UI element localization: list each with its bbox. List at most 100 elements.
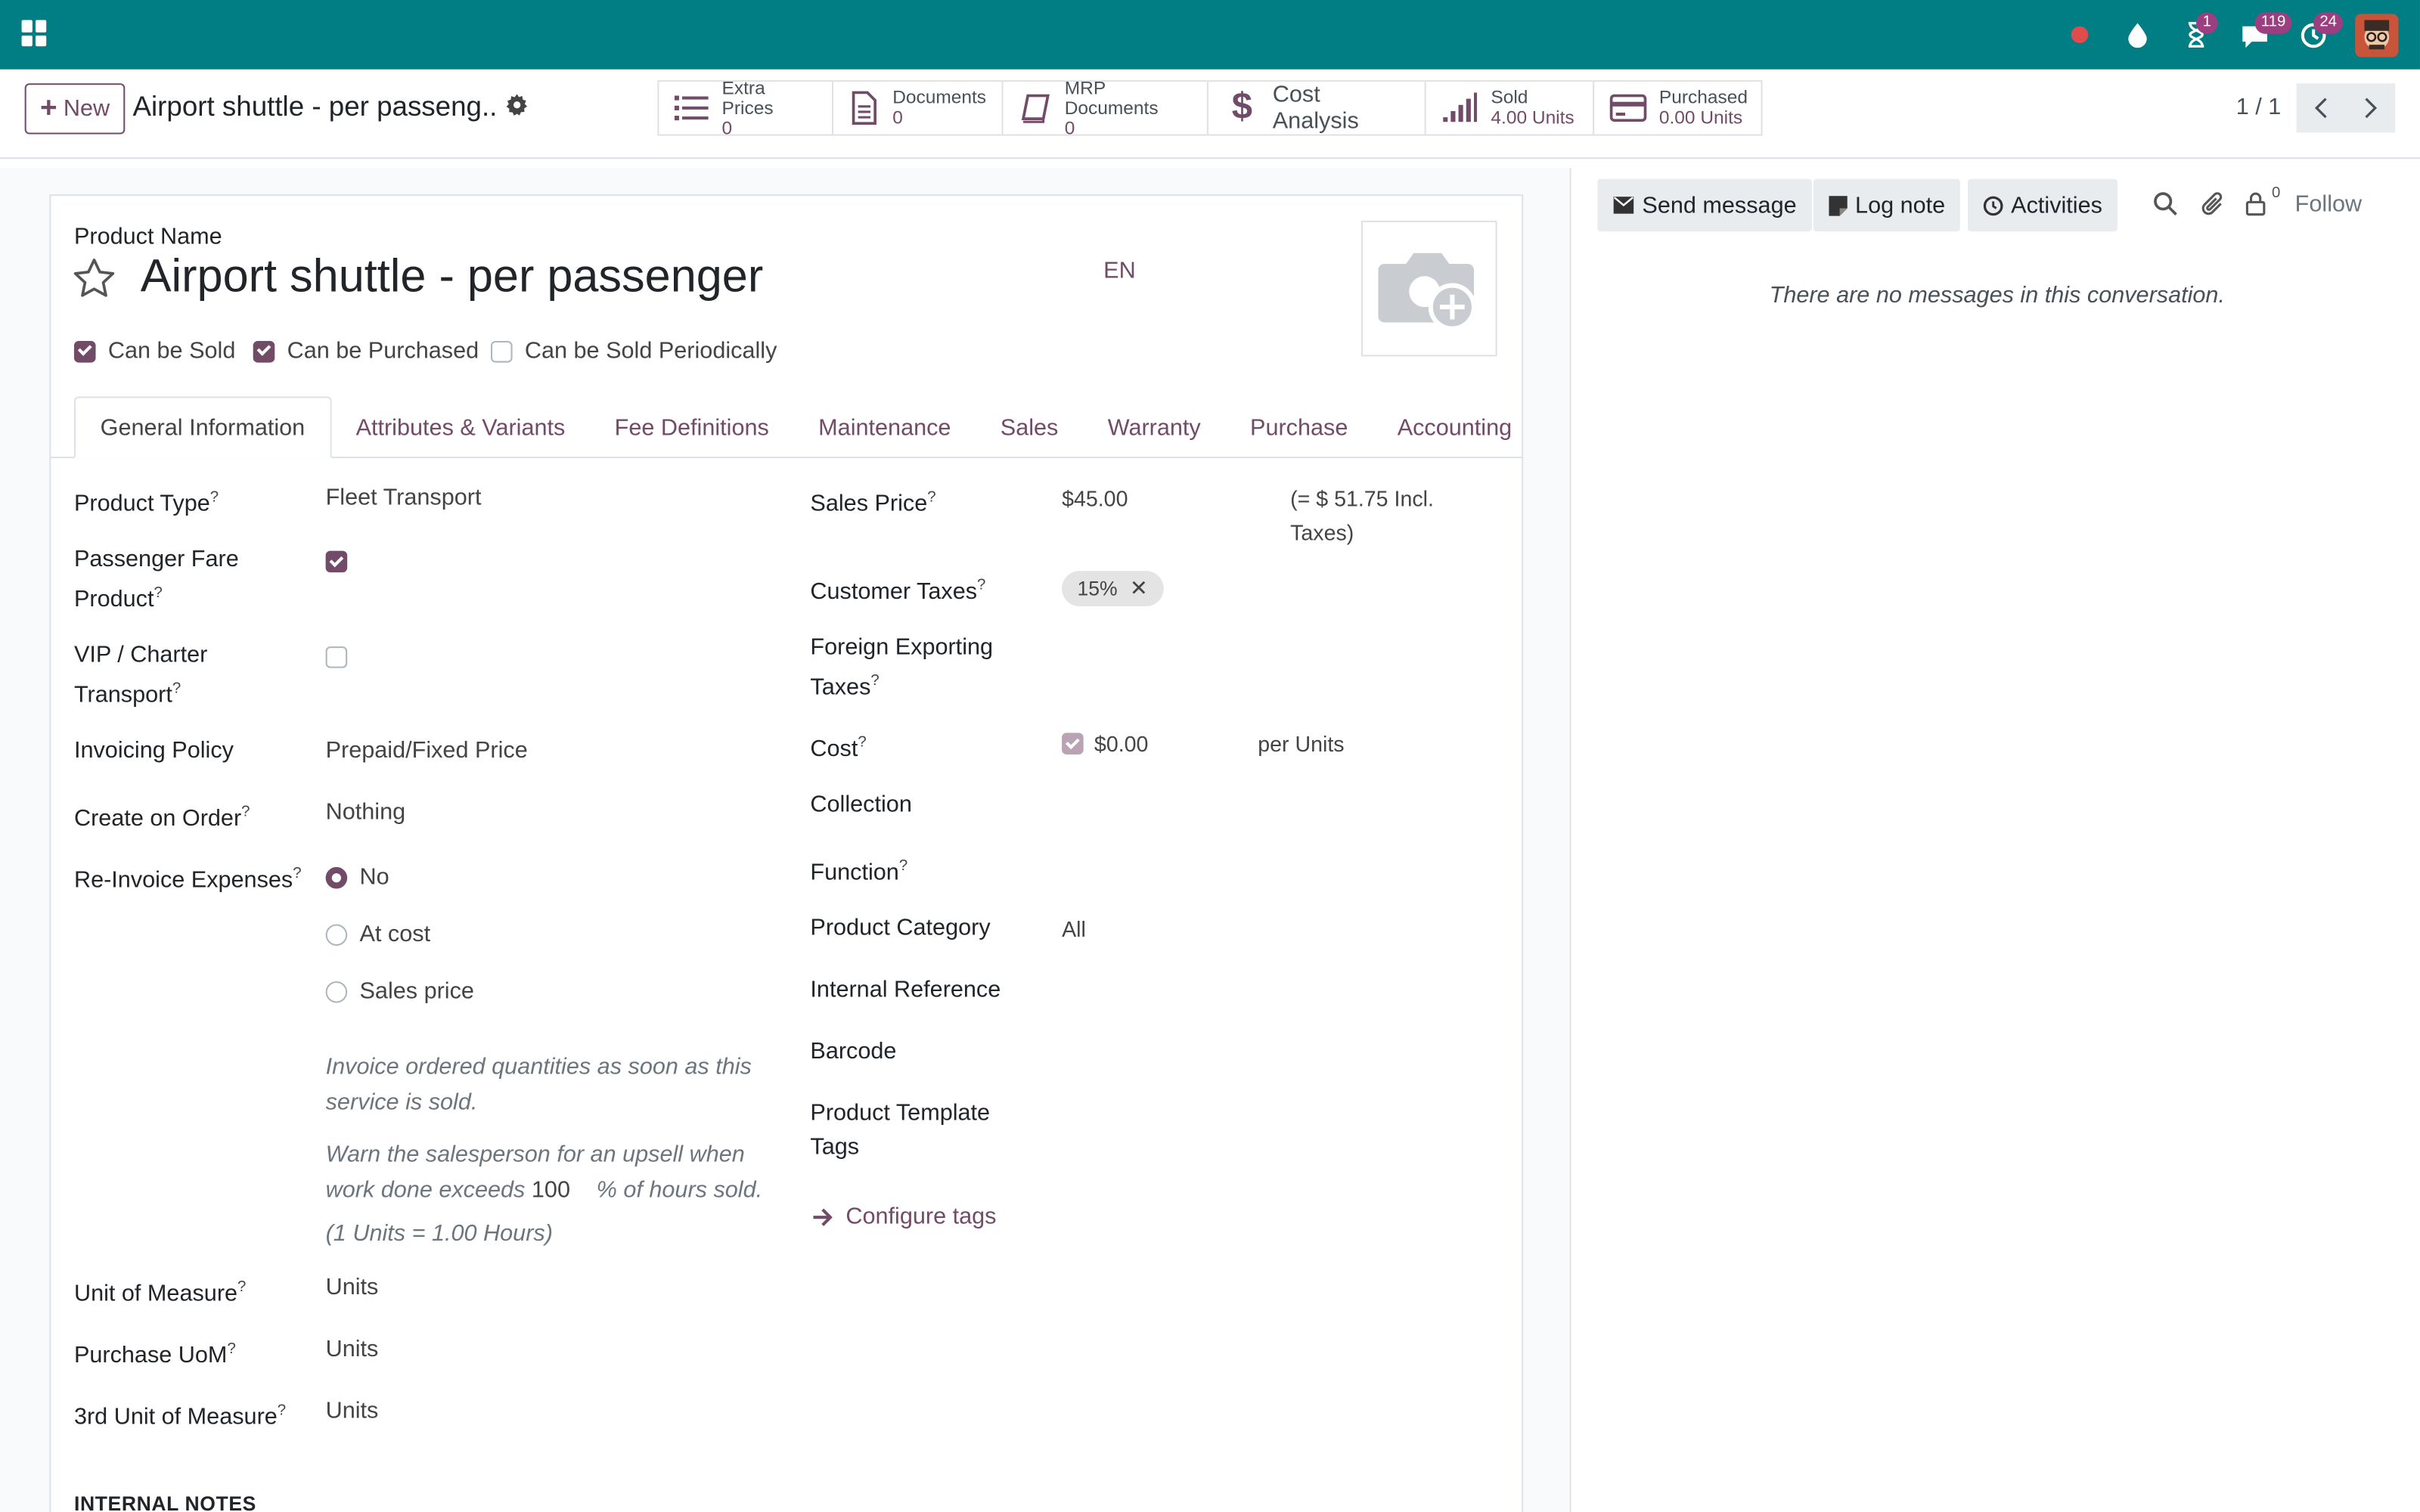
upsell-threshold-input[interactable]: 100 [532,1173,597,1208]
purchase-uom-label: Purchase UoM? [73,1340,236,1369]
reinvoice-option-sales-price[interactable]: Sales price [325,978,474,1005]
follow-button[interactable]: Follow [2295,191,2362,218]
new-button[interactable]: + New [24,83,126,135]
product-category-label: Product Category [810,915,991,941]
checkbox-checked[interactable] [253,339,275,362]
invoicing-policy-field[interactable]: Prepaid/Fixed Price [326,734,528,768]
pager-next-button[interactable] [2346,83,2396,133]
radio-unselected[interactable] [325,923,348,945]
smart-buttons: Extra Prices 0 Documents 0 MRP Documents 0 … [657,77,1763,138]
cost-analysis-button[interactable]: $ Cost Analysis [1208,82,1426,135]
dollar-icon: $ [1231,86,1253,129]
user-avatar[interactable] [2355,13,2399,57]
reinvoice-option-at-cost[interactable]: At cost [325,921,430,947]
activities-button[interactable]: Activities [1968,178,2118,232]
sales-price-field[interactable]: $45.00 [1062,482,1128,516]
product-category-field[interactable]: All [1062,912,1086,946]
send-message-button[interactable]: Send message [1597,178,1813,232]
language-selector[interactable]: EN [1103,258,1136,284]
clock-icon [1983,195,2003,215]
customer-taxes-label: Customer Taxes? [810,577,986,605]
upsell-note: Warn the salesperson for an upsell when w… [326,1137,763,1208]
vip-charter-checkbox[interactable] [325,646,348,668]
checkbox-checked[interactable] [73,339,96,362]
drop-icon[interactable] [2121,17,2155,51]
invoicing-policy-label: Invoicing Policy [73,737,234,764]
form-sheet [49,194,1524,1512]
gear-icon[interactable] [506,94,531,119]
product-template-tags-label: Product Template Tags [810,1100,991,1160]
product-name-input[interactable]: Airport shuttle - per passenger [141,252,764,304]
chevron-right-icon [2365,98,2378,119]
star-icon[interactable] [71,256,117,302]
vip-charter-label: VIP / Charter Transport? [73,641,208,708]
app-grid-icon[interactable] [21,20,48,47]
paperclip-icon[interactable] [2201,191,2229,219]
search-icon[interactable] [2153,191,2181,219]
checkbox-unchecked[interactable] [490,339,513,362]
messages-badge: 119 [2254,11,2292,33]
book-icon [1019,89,1052,126]
tab-accounting[interactable]: Accounting [1373,396,1537,458]
product-image-upload[interactable] [1360,220,1497,357]
tab-warranty[interactable]: Warranty [1083,396,1225,458]
extra-prices-button[interactable]: Extra Prices 0 [659,77,834,138]
tax-tag[interactable]: 15% ✕ [1062,571,1164,607]
unit-of-measure-field[interactable]: Units [326,1272,379,1306]
envelope-icon [1613,197,1634,214]
hourglass-icon[interactable]: 1 [2180,11,2218,51]
plus-icon: + [40,92,57,125]
create-on-order-field[interactable]: Nothing [326,796,406,830]
passenger-fare-checkbox[interactable] [325,550,348,573]
cost-label: Cost? [810,734,867,763]
cost-field[interactable]: $0.00 [1094,727,1149,761]
log-note-button[interactable]: Log note [1813,178,1961,232]
breadcrumb-record-title: Airport shuttle - per passeng... [132,91,498,122]
foreign-exporting-taxes-label: Foreign Exporting Taxes? [810,634,994,701]
documents-button[interactable]: Documents 0 [833,82,1004,135]
reinvoice-option-no[interactable]: No [325,864,389,891]
arrow-right-icon [813,1207,833,1225]
product-type-field[interactable]: Fleet Transport [326,482,482,516]
invoicing-note: Invoice ordered quantities as soon as th… [325,1053,752,1116]
purchase-uom-field[interactable]: Units [326,1333,379,1367]
product-type-label: Product Type? [73,488,219,517]
control-panel: + New Airport shuttle - per passeng... Ex… [0,69,2420,160]
tab-attributes-variants[interactable]: Attributes & Variants [331,396,590,458]
lock-icon[interactable] [2245,191,2273,219]
chat-icon[interactable]: 119 [2238,11,2292,51]
uom-conversion-note: (1 Units = 1.00 Hours) [325,1220,553,1247]
recording-dot-icon[interactable] [2062,17,2096,51]
sold-button[interactable]: Sold 4.00 Units [1426,82,1595,135]
radio-unselected[interactable] [325,980,348,1002]
pager-previous-button[interactable] [2296,83,2347,133]
radio-selected[interactable] [325,866,348,888]
tab-general-information[interactable]: General Information [73,396,331,459]
function-label: Function? [810,857,908,886]
purchased-button[interactable]: Purchased 0.00 Units [1594,82,1761,134]
clock-icon[interactable]: 24 [2297,11,2344,51]
can-be-sold-periodically-checkbox[interactable]: Can be Sold Periodically [490,338,777,364]
empty-conversation-message: There are no messages in this conversati… [1769,282,2225,309]
can-be-sold-checkbox[interactable]: Can be Sold [73,338,235,364]
collection-label: Collection [810,791,912,818]
third-uom-field[interactable]: Units [326,1395,379,1429]
credit-card-icon [1609,89,1647,126]
tab-maintenance[interactable]: Maintenance [794,396,976,458]
tab-purchase[interactable]: Purchase [1225,396,1373,458]
can-be-purchased-checkbox[interactable]: Can be Purchased [253,338,479,364]
mrp-documents-button[interactable]: MRP Documents 0 [1004,77,1208,138]
tab-sales[interactable]: Sales [976,396,1083,458]
notebook-tabs: General Information Attributes & Variant… [73,396,1537,459]
barcode-label: Barcode [810,1038,897,1065]
tab-fee-definitions[interactable]: Fee Definitions [590,396,794,458]
cost-unit: per Units [1258,731,1345,756]
close-icon[interactable]: ✕ [1130,575,1148,602]
configure-tags-link[interactable]: Configure tags [811,1204,996,1230]
chevron-left-icon [2314,98,2327,119]
list-icon [675,89,709,126]
pager-value[interactable]: 1 / 1 [2236,94,2282,120]
internal-reference-label: Internal Reference [810,976,1001,1003]
top-navbar: 1 119 24 [0,0,2420,70]
cost-checkbox[interactable] [1062,733,1084,754]
